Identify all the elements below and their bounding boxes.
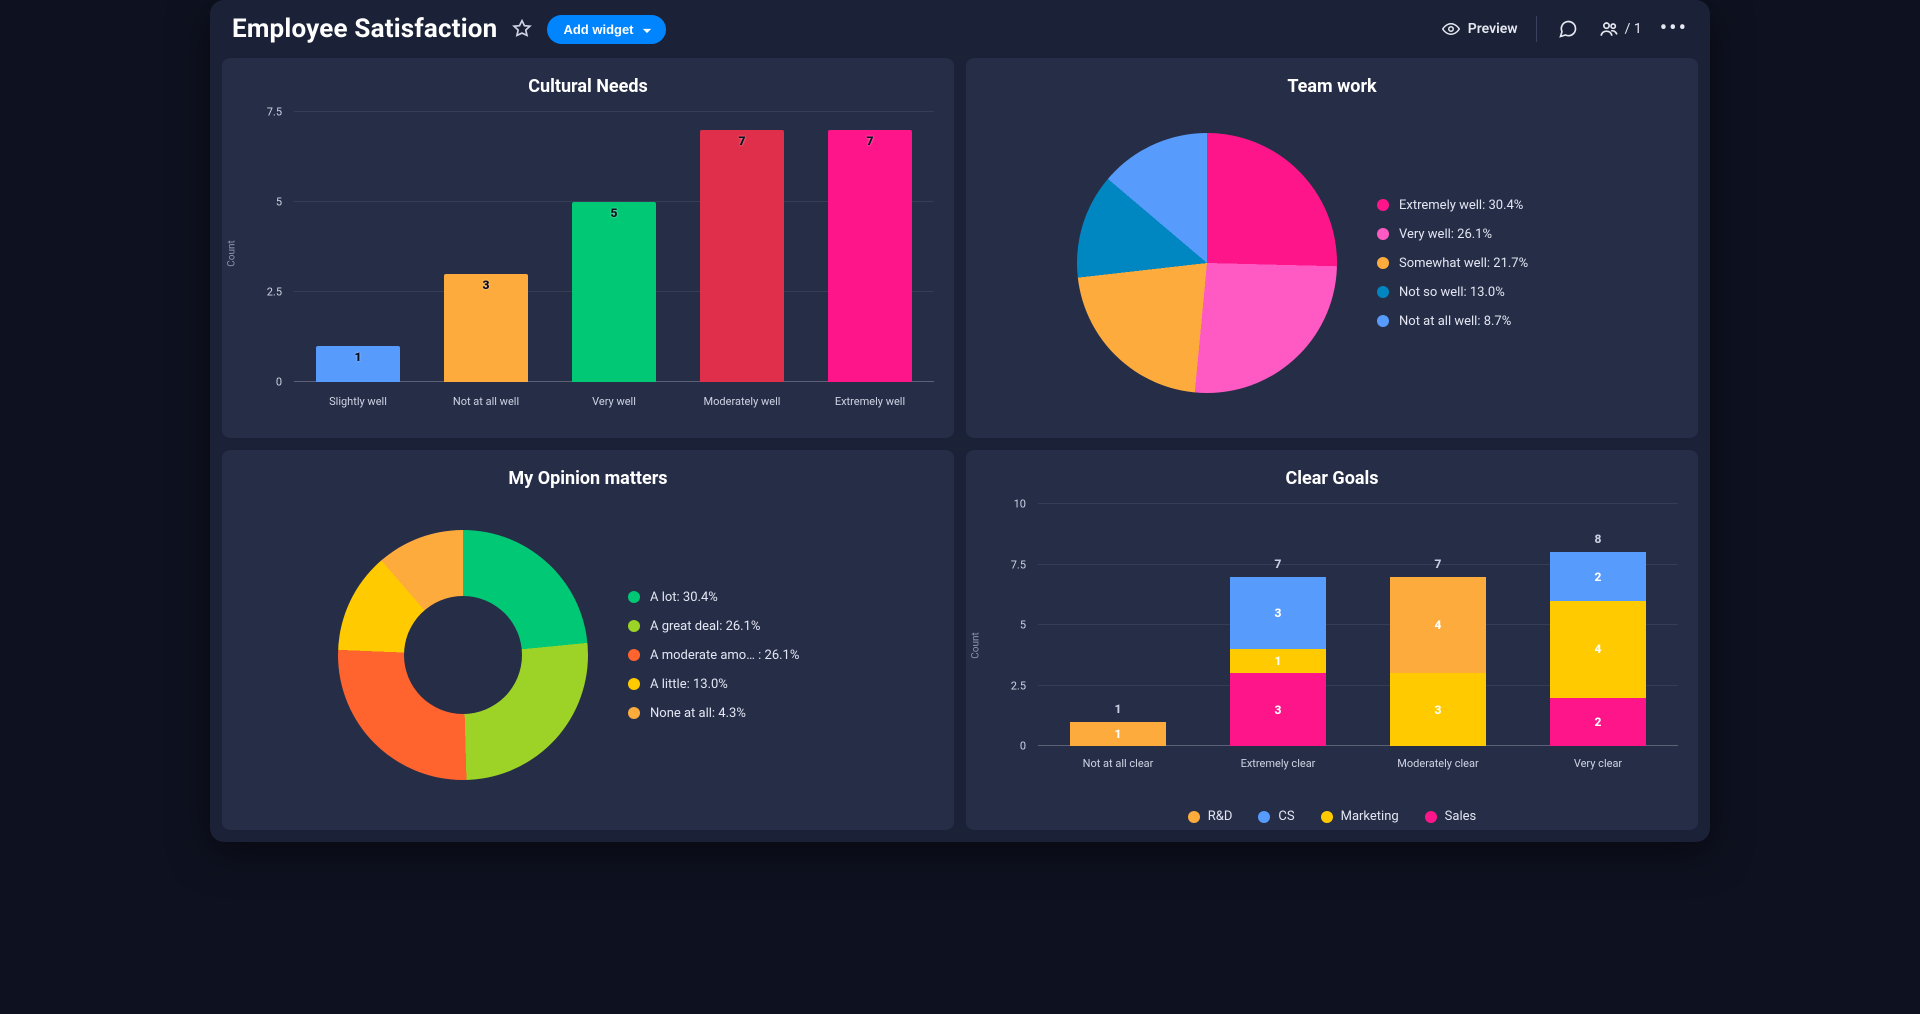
legend-swatch [1377,315,1389,327]
legend-swatch [1377,286,1389,298]
people-button[interactable]: / 1 [1599,19,1642,39]
y-axis: 0 2.5 5 7.5 [254,112,282,382]
x-axis: Not at all clearExtremely clearModeratel… [1038,757,1678,770]
legend: A lot: 30.4% A great deal: 26.1% A moderat… [628,590,838,721]
widgets-grid: Cultural Needs Count 0 2.5 5 7.5 13577 S… [210,58,1710,842]
divider [1536,16,1537,42]
bar-segment: 2 [1550,698,1646,746]
pie-chart [1077,133,1337,393]
bar-segment: 3 [1230,673,1326,746]
legend-item: Very well: 26.1% [1377,227,1587,242]
eye-icon [1442,20,1460,38]
legend-item: A little: 13.0% [628,677,838,692]
topbar-right: Preview / 1 ••• [1442,16,1688,42]
bar-segment: 2 [1550,552,1646,600]
comment-icon[interactable] [1555,16,1581,42]
add-widget-label: Add widget [563,22,633,37]
bar-segment: 3 [1390,673,1486,746]
bar[interactable]: 7 [828,130,912,382]
legend-swatch [1377,199,1389,211]
legend-swatch [1377,257,1389,269]
card-cultural-needs[interactable]: Cultural Needs Count 0 2.5 5 7.5 1 3577 S… [222,58,954,438]
stacked-bar[interactable]: 2428 [1550,552,1646,746]
legend-item: Sales [1425,809,1477,824]
legend-swatch [628,649,640,661]
bar[interactable]: 5 [572,202,656,382]
donut-chart [338,530,588,780]
bar[interactable]: 1 [316,346,400,382]
legend-item: A great deal: 26.1% [628,619,838,634]
card-team-work[interactable]: Team work Extremely well: 30.4% Very well… [966,58,1698,438]
legend: Extremely well: 30.4% Very well: 26.1% Som… [1377,198,1587,329]
legend-item: Somewhat well: 21.7% [1377,256,1587,271]
legend-item: A moderate amo… : 26.1% [628,648,838,663]
legend-item: None at all: 4.3% [628,706,838,721]
legend-item: CS [1258,809,1294,824]
add-widget-button[interactable]: Add widget [547,15,665,44]
bar[interactable]: 3 [444,274,528,382]
legend: R&D CS Marketing Sales [966,809,1698,824]
legend-item: Not at all well: 8.7% [1377,314,1587,329]
card-opinion-matters[interactable]: My Opinion matters A lot: 30.4% A great d… [222,450,954,830]
star-icon[interactable] [511,18,533,40]
legend-swatch [628,591,640,603]
card-title: Clear Goals [978,468,1686,489]
card-clear-goals[interactable]: Clear Goals Count 0 2.5 5 7.5 10 1131373… [966,450,1698,830]
bar-segment: 1 [1230,649,1326,673]
legend-item: A lot: 30.4% [628,590,838,605]
bar-segment: 3 [1230,577,1326,650]
x-axis: Slightly wellNot at all wellVery wellMod… [294,395,934,408]
plot-area: 1131373472428 [1038,504,1678,746]
y-axis: 0 2.5 5 7.5 10 [998,504,1026,746]
y-axis-label: Count [227,240,238,267]
topbar: Employee Satisfaction Add widget Preview… [210,0,1710,58]
stacked-bar[interactable]: 11 [1070,722,1166,746]
y-axis-label: Count [971,632,982,659]
bar-segment: 4 [1390,577,1486,674]
legend-item: Not so well: 13.0% [1377,285,1587,300]
people-icon [1599,19,1619,39]
card-title: Team work [978,76,1686,97]
legend-swatch [628,678,640,690]
card-title: My Opinion matters [234,468,942,489]
legend-item: Extremely well: 30.4% [1377,198,1587,213]
legend-swatch [628,620,640,632]
card-title: Cultural Needs [234,76,942,97]
preview-button[interactable]: Preview [1442,20,1518,38]
plot-area: 1 3577 [294,112,934,382]
stacked-bar[interactable]: 347 [1390,577,1486,746]
dashboard: Employee Satisfaction Add widget Preview… [210,0,1710,842]
page-title: Employee Satisfaction [232,14,497,44]
legend-swatch [1377,228,1389,240]
bar-segment: 1 [1070,722,1166,746]
stacked-bar[interactable]: 3137 [1230,577,1326,746]
legend-item: R&D [1188,809,1233,824]
bar-segment: 4 [1550,601,1646,698]
chevron-down-icon [642,24,652,34]
bar[interactable]: 7 [700,130,784,382]
legend-swatch [628,707,640,719]
legend-item: Marketing [1321,809,1399,824]
